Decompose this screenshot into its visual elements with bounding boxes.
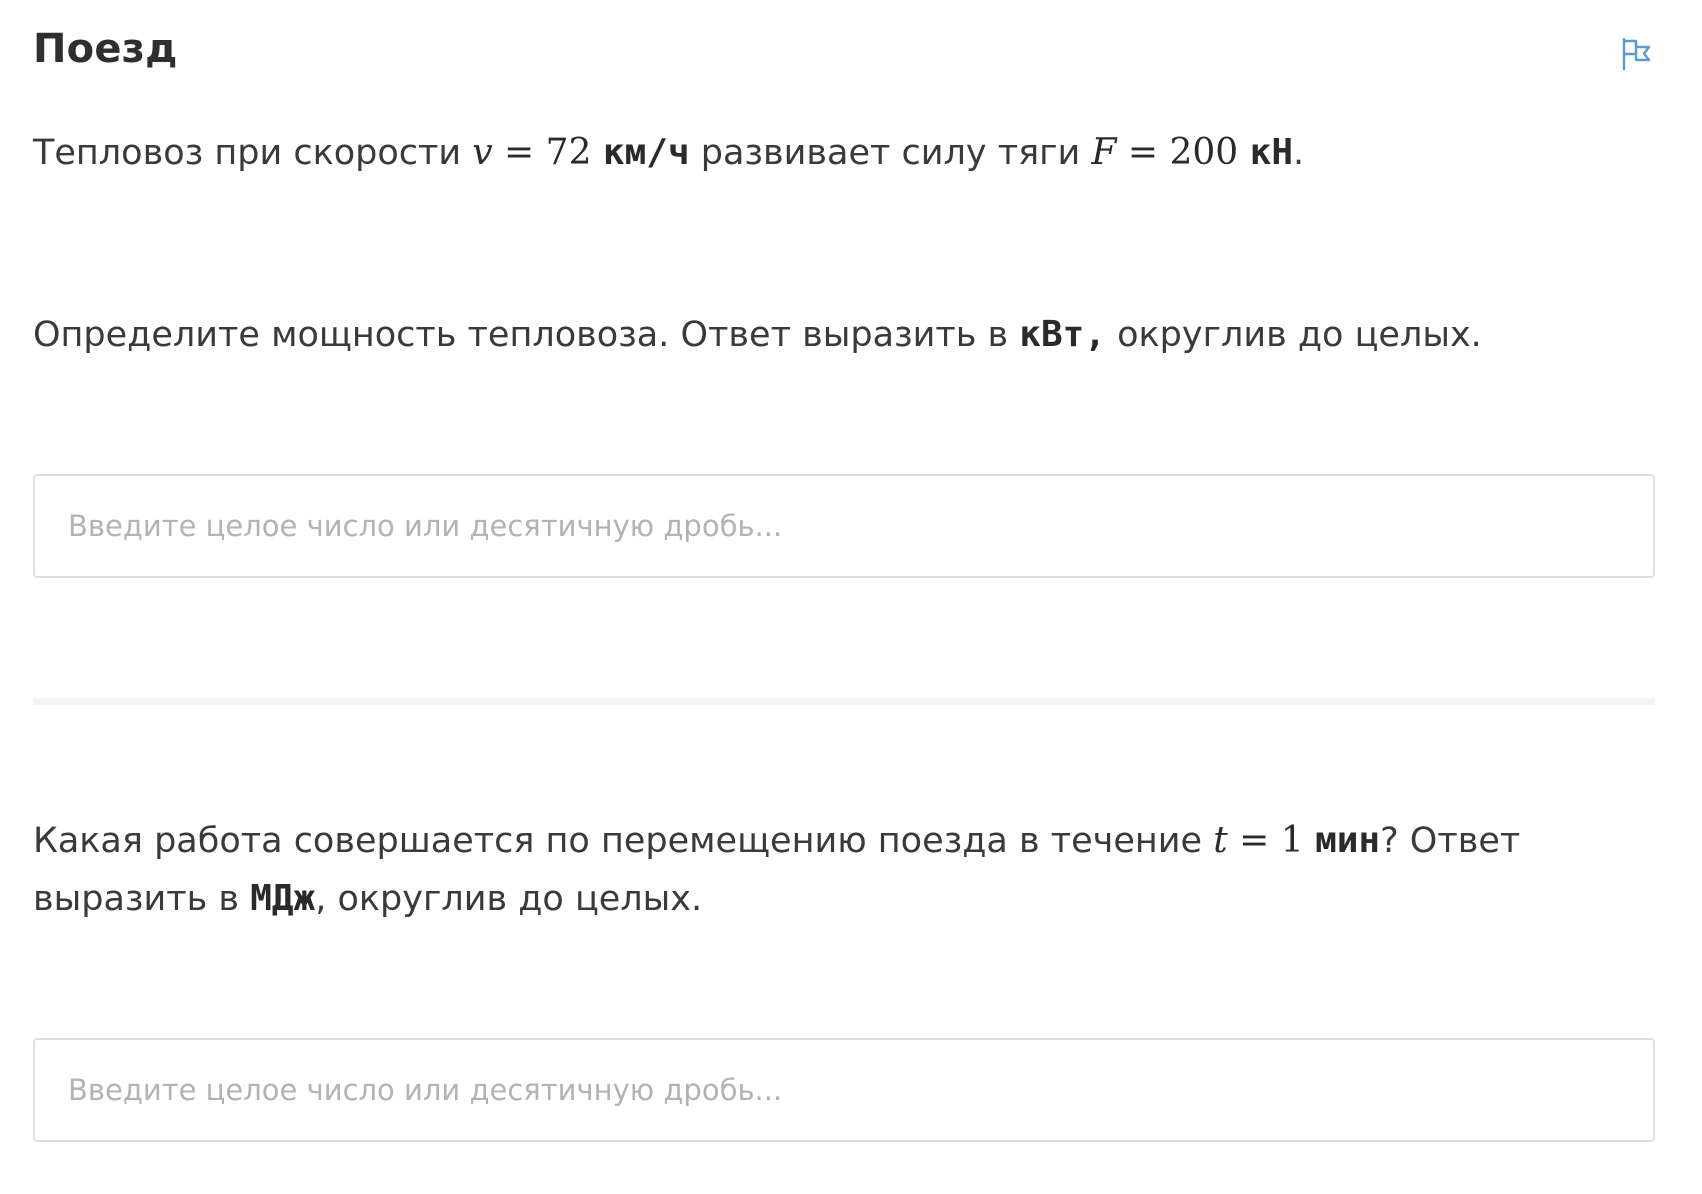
- flag-icon: [1622, 37, 1651, 71]
- velocity-unit: км/ч: [602, 132, 690, 173]
- task-intro: Тепловоз при скорости v = 72 км/ч развив…: [33, 124, 1304, 182]
- page-title: Поезд: [33, 26, 178, 72]
- question-1-text: Определите мощность тепловоза. Ответ выр…: [33, 306, 1482, 364]
- velocity-variable: v: [472, 132, 493, 173]
- task-header: Поезд: [33, 0, 1655, 110]
- time-unit: мин: [1315, 820, 1381, 861]
- section-divider: [33, 698, 1655, 705]
- question-1-text-before: Определите мощность тепловоза. Ответ выр…: [33, 315, 1020, 355]
- force-variable: F: [1091, 132, 1117, 173]
- question-1-text-after: округлив до целых.: [1105, 315, 1482, 355]
- question-2-unit: МДж: [250, 878, 316, 919]
- answer-1-input[interactable]: [33, 474, 1655, 578]
- task-page: Поезд Тепловоз при скорости v = 72 км/ч …: [33, 0, 1655, 1142]
- time-formula: t = 1: [1213, 820, 1315, 861]
- force-unit: кН: [1249, 132, 1293, 173]
- report-flag-button[interactable]: [1619, 36, 1655, 72]
- question-2-text-after: , округлив до целых.: [315, 879, 703, 919]
- time-variable: t: [1213, 820, 1228, 861]
- velocity-value: = 72: [492, 132, 603, 173]
- force-value: = 200: [1116, 132, 1250, 173]
- intro-text-middle: развивает силу тяги: [689, 133, 1092, 173]
- intro-text-end: .: [1293, 133, 1305, 173]
- question-2-text-before: Какая работа совершается по перемещению …: [33, 821, 1214, 861]
- force-formula: F = 200: [1091, 132, 1249, 173]
- answer-2-input[interactable]: [33, 1038, 1655, 1142]
- question-2-text: Какая работа совершается по перемещению …: [33, 812, 1655, 928]
- question-1-unit: кВт,: [1019, 314, 1106, 355]
- intro-text-before: Тепловоз при скорости: [33, 133, 473, 173]
- velocity-formula: v = 72: [472, 132, 603, 173]
- time-value: = 1: [1227, 820, 1316, 861]
